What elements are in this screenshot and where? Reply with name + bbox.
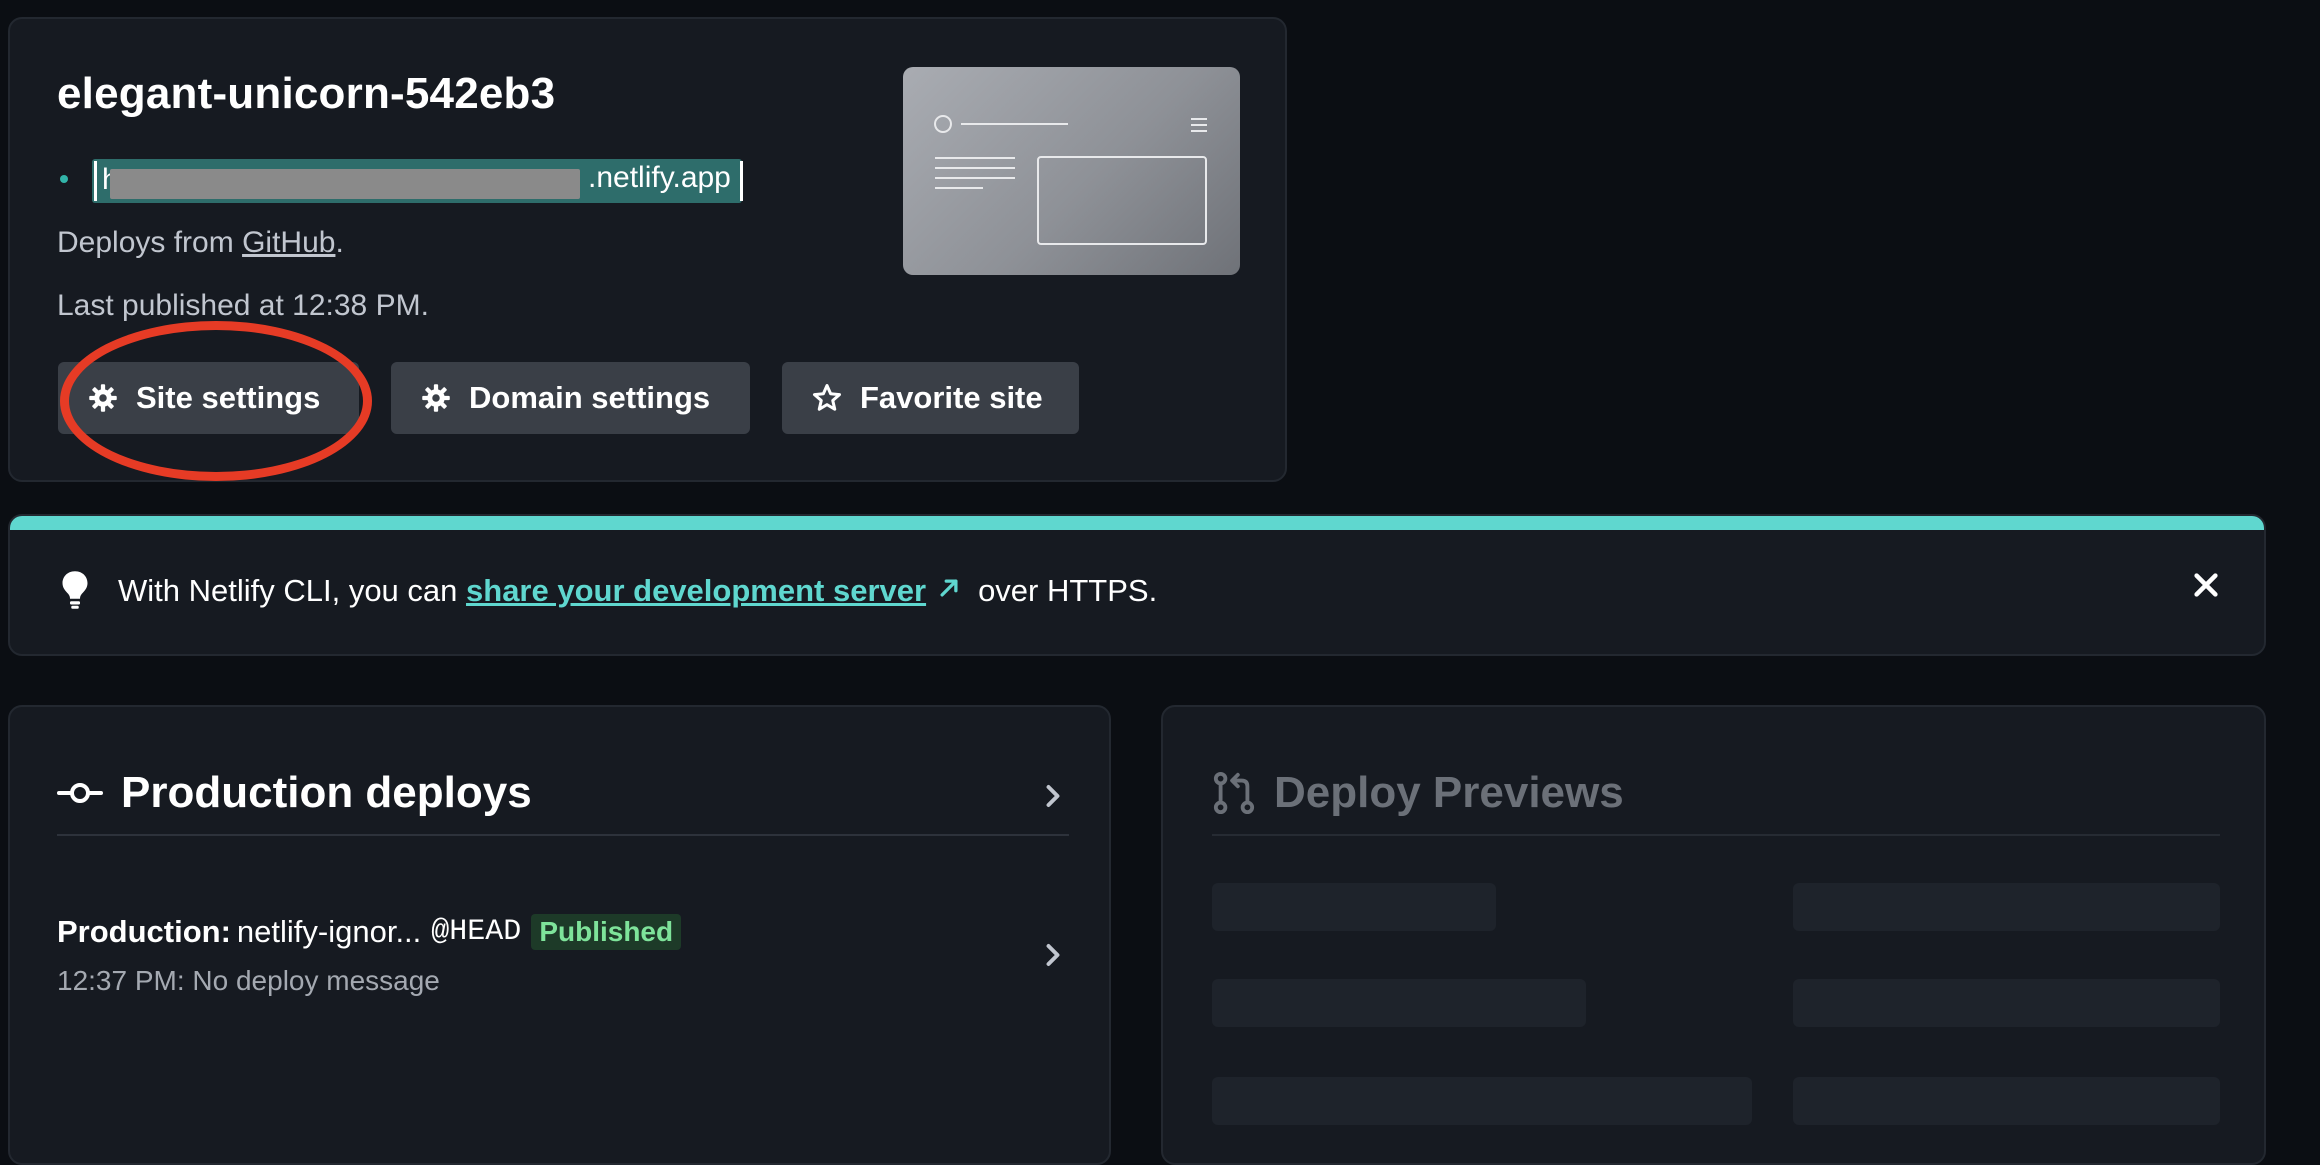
domain-settings-button[interactable]: Domain settings — [391, 362, 750, 434]
site-preview-thumbnail[interactable] — [903, 67, 1240, 275]
gear-icon — [89, 384, 117, 412]
site-overview-card: elegant-unicorn-542eb3 h .netlify.app De… — [8, 17, 1287, 482]
git-pull-request-icon — [1213, 771, 1255, 815]
last-published-text: Last published at 12:38 PM. — [57, 289, 429, 322]
share-dev-server-link[interactable]: share your development server — [466, 573, 926, 608]
git-commit-icon — [57, 783, 103, 803]
external-link-arrow-icon — [940, 579, 958, 597]
cli-tip-banner: With Netlify CLI, you can share your dev… — [8, 514, 2266, 656]
close-icon[interactable] — [2191, 570, 2221, 600]
deploys-from-label: Deploys from — [57, 226, 243, 259]
deploy-context: Production: — [57, 914, 231, 949]
favorite-site-label: Favorite site — [860, 380, 1043, 415]
deploy-branch: netlify-ignor... — [236, 914, 422, 949]
redacted-url-block — [110, 169, 580, 199]
loading-skeleton — [1793, 979, 2220, 1027]
production-deploys-header[interactable]: Production deploys — [57, 765, 532, 821]
deploy-message: 12:37 PM: No deploy message — [57, 965, 440, 996]
deploy-previews-title: Deploy Previews — [1274, 768, 1624, 817]
banner-message: With Netlify CLI, you can share your dev… — [118, 573, 1157, 609]
loading-skeleton — [1793, 883, 2220, 931]
section-divider — [1212, 834, 2220, 836]
deploy-previews-card: Deploy Previews — [1161, 705, 2266, 1165]
banner-text-before: With Netlify CLI, you can — [118, 573, 467, 608]
site-wireframe-icon — [934, 115, 1207, 245]
site-name: elegant-unicorn-542eb3 — [57, 69, 556, 118]
loading-skeleton — [1212, 883, 1496, 931]
favorite-site-button[interactable]: Favorite site — [782, 362, 1079, 434]
lightbulb-icon — [62, 571, 88, 609]
loading-skeleton — [1793, 1077, 2220, 1125]
production-deploys-title: Production deploys — [121, 768, 532, 817]
site-settings-label: Site settings — [136, 380, 321, 415]
deploy-ref: @HEAD — [431, 915, 522, 949]
chevron-right-icon[interactable] — [1044, 784, 1062, 808]
star-outline-icon — [813, 384, 841, 411]
chevron-right-icon[interactable] — [1044, 943, 1062, 967]
production-deploys-card: Production deploys Production: netlify-i… — [8, 705, 1111, 1165]
status-dot-icon — [60, 175, 68, 183]
deploys-from-end: . — [335, 226, 344, 259]
banner-text-after: over HTTPS. — [978, 573, 1158, 608]
deploy-title: Production: netlify-ignor... @HEAD Publi… — [57, 914, 682, 950]
site-url-domain[interactable]: .netlify.app — [588, 161, 731, 195]
deploy-source-text: Deploys from GitHub. — [57, 226, 344, 260]
gear-icon — [422, 384, 450, 412]
loading-skeleton — [1212, 1077, 1752, 1125]
deploy-previews-header[interactable]: Deploy Previews — [1212, 765, 1624, 821]
text-cursor-icon — [94, 161, 97, 201]
status-badge: Published — [531, 914, 682, 950]
section-divider — [57, 834, 1069, 836]
banner-accent-strip — [10, 516, 2264, 530]
text-cursor-icon — [740, 161, 743, 201]
loading-skeleton — [1212, 979, 1586, 1027]
github-link[interactable]: GitHub — [242, 226, 335, 259]
site-settings-button[interactable]: Site settings — [58, 362, 359, 434]
domain-settings-label: Domain settings — [469, 380, 711, 415]
